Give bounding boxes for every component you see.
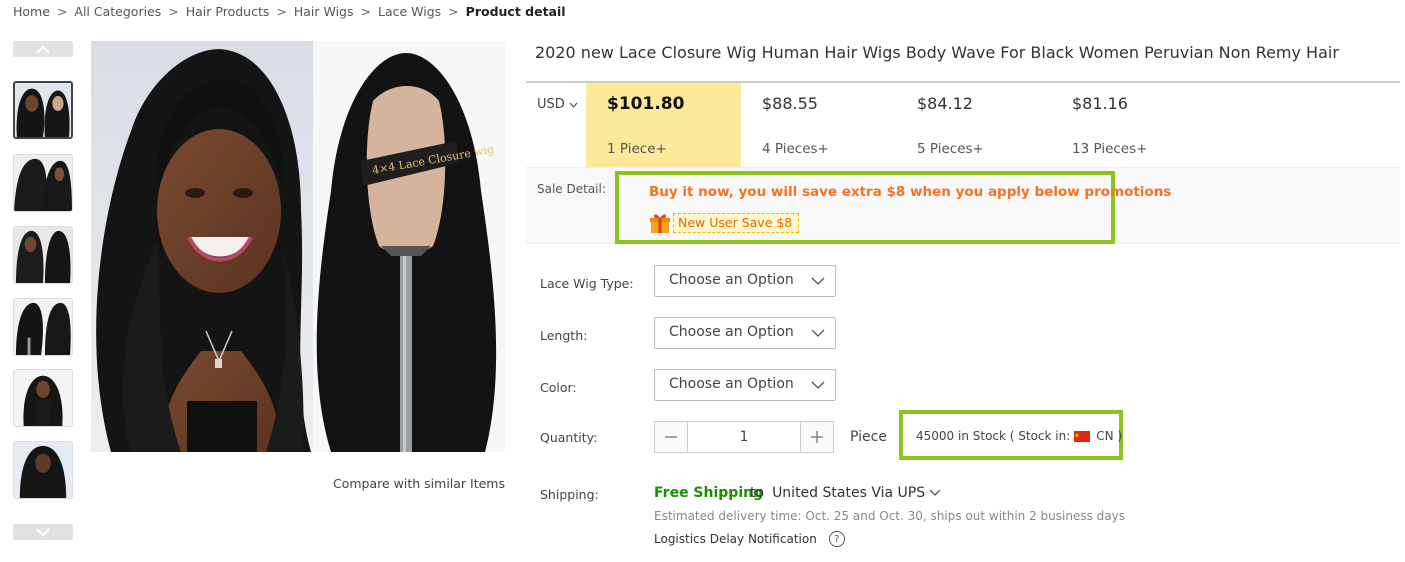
thumbnail-3[interactable] [13,226,73,284]
product-thumbnail-image [14,227,72,283]
thumbnail-6[interactable] [13,441,73,499]
tier-quantity: 5 Pieces+ [917,141,984,157]
quantity-input[interactable]: 1 [687,422,801,452]
quantity-unit: Piece [850,429,887,445]
quantity-label: Quantity: [540,430,598,445]
decrease-quantity-button[interactable] [655,422,687,452]
price-tier-1[interactable]: $101.80 1 Piece+ [586,83,741,167]
chevron-down-icon [811,329,825,337]
thumbnail-4[interactable] [13,298,73,356]
color-label: Color: [540,380,577,395]
promotion-text: Buy it now, you will save extra $8 when … [649,184,1172,200]
main-product-image[interactable]: 4×4 Lace Closure wig [91,41,505,452]
new-user-coupon[interactable]: New User Save $8 [649,212,800,234]
product-photo: 4×4 Lace Closure wig [91,41,505,452]
price-tier-4[interactable]: $81.16 13 Pieces+ [1051,83,1206,167]
gift-icon [650,214,670,233]
shipping-to: to [750,485,765,501]
select-value: Choose an Option [669,376,794,392]
product-thumbnail-image [14,370,72,426]
thumbnail-1[interactable] [13,81,73,139]
tier-price: $81.16 [1072,94,1128,113]
breadcrumb-separator: > [168,4,179,19]
product-thumbnail-image [14,155,72,211]
price-tier-3[interactable]: $84.12 5 Pieces+ [896,83,1051,167]
breadcrumb-separator: > [360,4,371,19]
length-select[interactable]: Choose an Option [654,317,836,349]
minus-icon [665,436,677,438]
increase-quantity-button[interactable] [801,422,833,452]
tier-price: $88.55 [762,94,818,113]
compare-similar-link[interactable]: Compare with similar Items [333,476,505,491]
lace-wig-type-label: Lace Wig Type: [540,276,634,291]
chevron-up-icon [36,45,50,54]
lace-wig-type-select[interactable]: Choose an Option [654,265,836,297]
thumbnail-5[interactable] [13,369,73,427]
shipping-destination: United States Via UPS [772,485,926,501]
breadcrumb: Home > All Categories > Hair Products > Hair W… [13,4,566,19]
free-shipping-text: Free Shipping [654,485,764,501]
chevron-down-icon [929,489,941,496]
select-value: Choose an Option [669,324,794,340]
breadcrumb-separator: > [448,4,459,19]
thumbnail-2[interactable] [13,154,73,212]
breadcrumb-current: Product detail [465,4,566,19]
select-value: Choose an Option [669,272,794,288]
price-tier-2[interactable]: $88.55 4 Pieces+ [741,83,896,167]
shipping-destination-selector[interactable]: to United States Via UPS [750,485,941,501]
thumbnail-scroll-down-button[interactable] [13,524,73,540]
color-select[interactable]: Choose an Option [654,369,836,401]
product-thumbnail-image [14,442,72,498]
stock-count: 45000 in Stock ( Stock in: [916,429,1071,443]
coupon-label: New User Save $8 [673,213,800,233]
sale-detail-label: Sale Detail: [537,182,606,196]
quantity-stepper: 1 [654,421,834,453]
promotion-highlight: Buy it now, you will save extra $8 when … [615,171,1171,244]
chevron-down-icon [569,102,578,108]
currency-label: USD [537,97,565,112]
shipping-label: Shipping: [540,487,599,502]
price-tiers: USD $101.80 1 Piece+ $88.55 4 Pieces+ $8… [526,83,1400,167]
length-label: Length: [540,328,588,343]
thumbnail-scroll-up-button[interactable] [13,41,73,57]
breadcrumb-hair-products[interactable]: Hair Products [186,4,270,19]
plus-icon [811,431,823,443]
product-title: 2020 new Lace Closure Wig Human Hair Wig… [535,43,1339,62]
breadcrumb-separator: > [56,4,68,19]
product-thumbnail-image [14,299,72,355]
currency-selector[interactable]: USD [537,97,578,112]
question-icon[interactable]: ? [828,531,845,547]
tier-price: $101.80 [607,94,685,114]
stock-country: CN ) [1096,429,1123,443]
chevron-down-icon [811,277,825,285]
china-flag-icon [1074,430,1091,442]
chevron-down-icon [36,527,50,536]
tier-quantity: 4 Pieces+ [762,141,829,157]
logistics-delay-text: Logistics Delay Notification [654,532,817,546]
chevron-down-icon [811,381,825,389]
breadcrumb-hair-wigs[interactable]: Hair Wigs [294,4,354,19]
tier-quantity: 13 Pieces+ [1072,141,1148,157]
logistics-notice: Logistics Delay Notification ? [654,531,845,547]
breadcrumb-home[interactable]: Home [13,4,50,19]
tier-quantity: 1 Piece+ [607,141,667,157]
sale-detail-section: Sale Detail: Buy it now, you will save e… [526,167,1400,244]
stock-info: 45000 in Stock ( Stock in: CN ) [916,429,1122,443]
breadcrumb-separator: > [276,4,287,19]
product-thumbnail-image [15,83,71,137]
stock-highlight: 45000 in Stock ( Stock in: CN ) [899,410,1123,460]
tier-price: $84.12 [917,94,973,113]
estimated-delivery: Estimated delivery time: Oct. 25 and Oct… [654,509,1125,523]
breadcrumb-all-categories[interactable]: All Categories [74,4,161,19]
breadcrumb-lace-wigs[interactable]: Lace Wigs [378,4,441,19]
